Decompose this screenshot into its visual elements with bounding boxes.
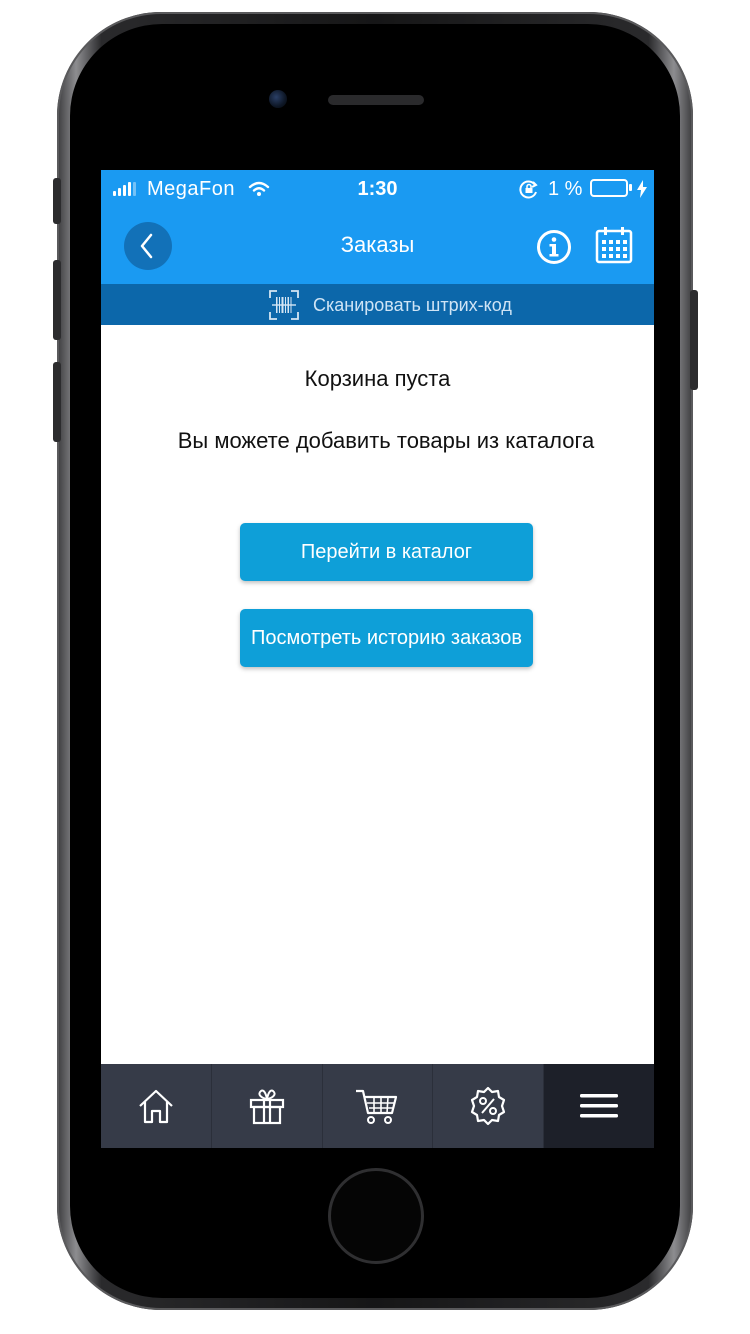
battery-cap [629, 184, 632, 191]
info-icon[interactable] [536, 229, 572, 265]
empty-cart-hint: Вы можете добавить товары из каталога [177, 428, 595, 453]
navigation-bar: Заказы [101, 207, 654, 284]
volume-up-button [53, 260, 61, 340]
earpiece-speaker [328, 95, 424, 105]
gift-icon [249, 1089, 284, 1125]
menu-icon [580, 1094, 619, 1118]
charging-bolt-icon [637, 180, 647, 198]
mute-switch [53, 178, 61, 224]
empty-cart-title: Корзина пуста [304, 366, 451, 391]
home-icon [139, 1089, 173, 1124]
cart-icon [356, 1089, 398, 1124]
bottom-tab-bar [101, 1064, 654, 1148]
tab-cart[interactable] [323, 1064, 434, 1148]
tab-home[interactable] [101, 1064, 212, 1148]
rotation-lock-icon [519, 180, 538, 199]
power-button [690, 290, 698, 390]
barcode-scan-icon [269, 290, 299, 320]
tab-gifts[interactable] [212, 1064, 323, 1148]
go-to-catalog-button[interactable]: Перейти в каталог [240, 523, 533, 581]
front-camera [269, 90, 287, 108]
scan-barcode-label: Сканировать штрих-код [313, 295, 512, 315]
tab-discounts[interactable] [433, 1064, 545, 1148]
order-history-button[interactable]: Посмотреть историю заказов [240, 609, 533, 667]
volume-down-button [53, 362, 61, 442]
home-button[interactable] [328, 1168, 424, 1264]
discount-icon [471, 1086, 506, 1126]
scan-barcode-bar[interactable]: Сканировать штрих-код [101, 284, 654, 325]
calendar-icon[interactable] [595, 226, 633, 264]
app-screen: MegaFon 1:30 1 % Заказы Сканировать штри… [101, 170, 654, 1148]
status-bar: MegaFon 1:30 1 % [101, 170, 654, 207]
battery-percent: 1 % [548, 178, 583, 200]
battery-icon [590, 179, 628, 197]
tab-menu[interactable] [544, 1064, 654, 1148]
